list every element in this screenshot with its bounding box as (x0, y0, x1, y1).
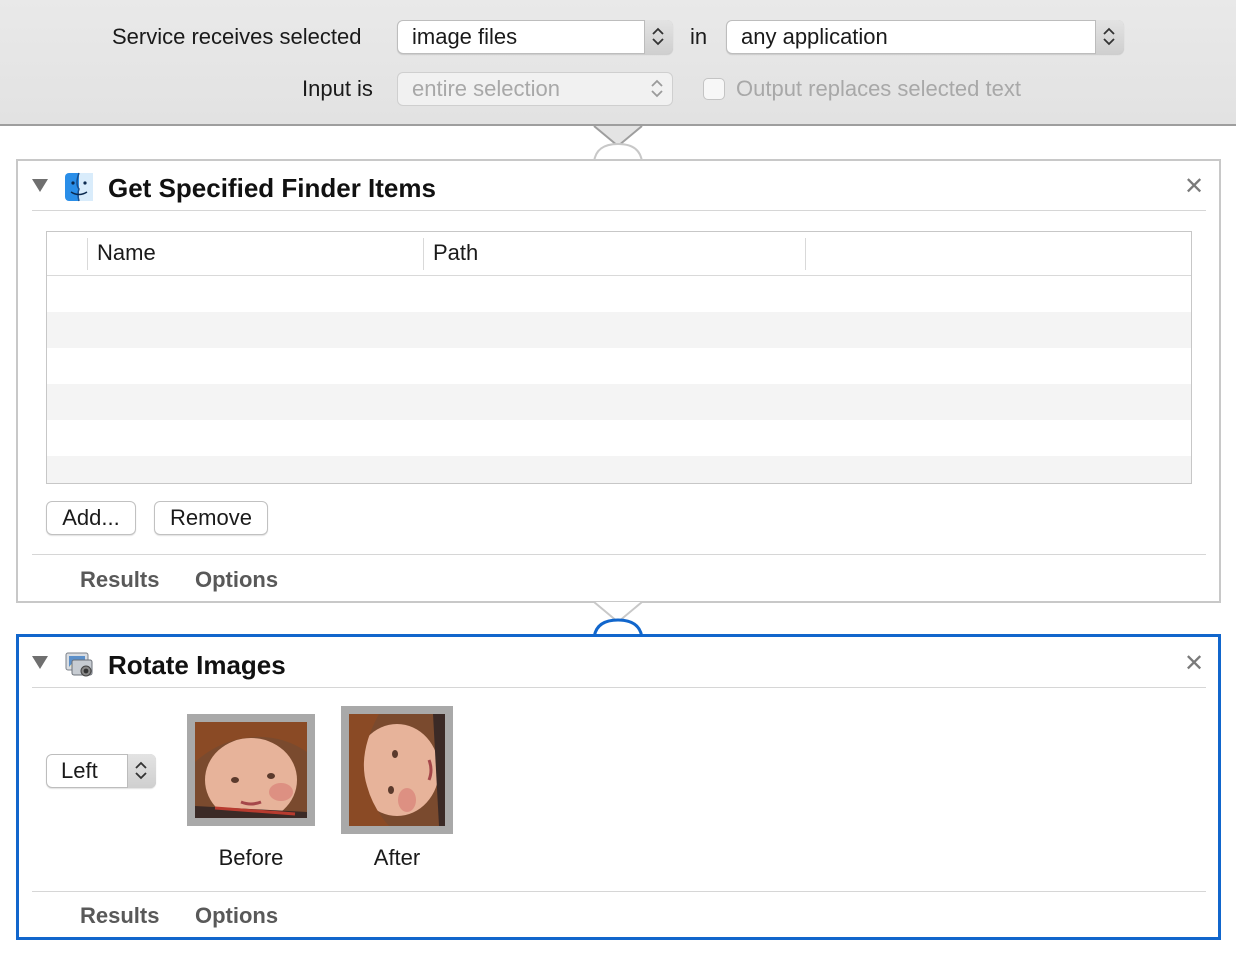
table-row[interactable] (47, 384, 1191, 420)
workflow-connector (593, 125, 643, 163)
application-popup[interactable]: any application (726, 20, 1124, 54)
close-icon[interactable]: ✕ (1184, 175, 1204, 199)
output-replaces-checkbox[interactable] (703, 78, 725, 100)
action-title: Rotate Images (108, 650, 286, 680)
divider (32, 554, 1206, 555)
chevron-updown-icon (644, 72, 673, 106)
results-tab[interactable]: Results (80, 567, 159, 593)
in-label: in (690, 24, 708, 49)
table-header: Name Path (47, 232, 1191, 276)
before-caption: Before (218, 845, 284, 870)
chevron-updown-icon (1095, 20, 1124, 54)
action-title: Get Specified Finder Items (108, 173, 436, 203)
add-button[interactable]: Add... (46, 501, 136, 535)
finder-icon (65, 172, 93, 202)
rotation-direction-popup[interactable]: Left (46, 754, 156, 788)
close-icon[interactable]: ✕ (1184, 652, 1204, 676)
service-settings-bar: Service receives selected image files in… (0, 0, 1236, 126)
disclosure-triangle-icon[interactable] (32, 656, 48, 670)
table-row[interactable] (47, 348, 1191, 384)
column-header-name[interactable]: Name (87, 232, 156, 276)
remove-button[interactable]: Remove (154, 501, 268, 535)
options-tab[interactable]: Options (195, 567, 278, 593)
application-value: any application (741, 24, 888, 49)
action-rotate-images[interactable]: Rotate Images ✕ Left Before After Result… (16, 634, 1221, 940)
action-get-specified-finder-items[interactable]: Get Specified Finder Items ✕ Name Path A… (16, 159, 1221, 603)
service-input-type-value: image files (412, 24, 518, 49)
finder-items-table[interactable]: Name Path (46, 231, 1192, 484)
divider (32, 891, 1206, 892)
rotation-direction-value: Left (61, 758, 98, 783)
after-image (341, 706, 453, 834)
input-is-popup[interactable]: entire selection (397, 72, 673, 106)
table-row[interactable] (47, 420, 1191, 456)
after-caption: After (373, 845, 421, 870)
table-row[interactable] (47, 456, 1191, 483)
preview-photos-icon (65, 652, 93, 677)
before-image (187, 714, 315, 826)
table-row[interactable] (47, 312, 1191, 348)
chevron-updown-icon (644, 20, 673, 54)
input-is-value: entire selection (412, 76, 560, 101)
results-tab[interactable]: Results (80, 903, 159, 929)
options-tab[interactable]: Options (195, 903, 278, 929)
service-receives-label: Service receives selected (112, 24, 362, 49)
column-header-path[interactable]: Path (423, 232, 478, 276)
table-row[interactable] (47, 276, 1191, 312)
chevron-updown-icon (127, 754, 156, 788)
input-is-label: Input is (302, 76, 373, 101)
divider (32, 687, 1206, 688)
disclosure-triangle-icon[interactable] (32, 179, 48, 193)
divider (32, 210, 1206, 211)
service-input-type-popup[interactable]: image files (397, 20, 673, 54)
output-replaces-label: Output replaces selected text (736, 76, 1021, 101)
